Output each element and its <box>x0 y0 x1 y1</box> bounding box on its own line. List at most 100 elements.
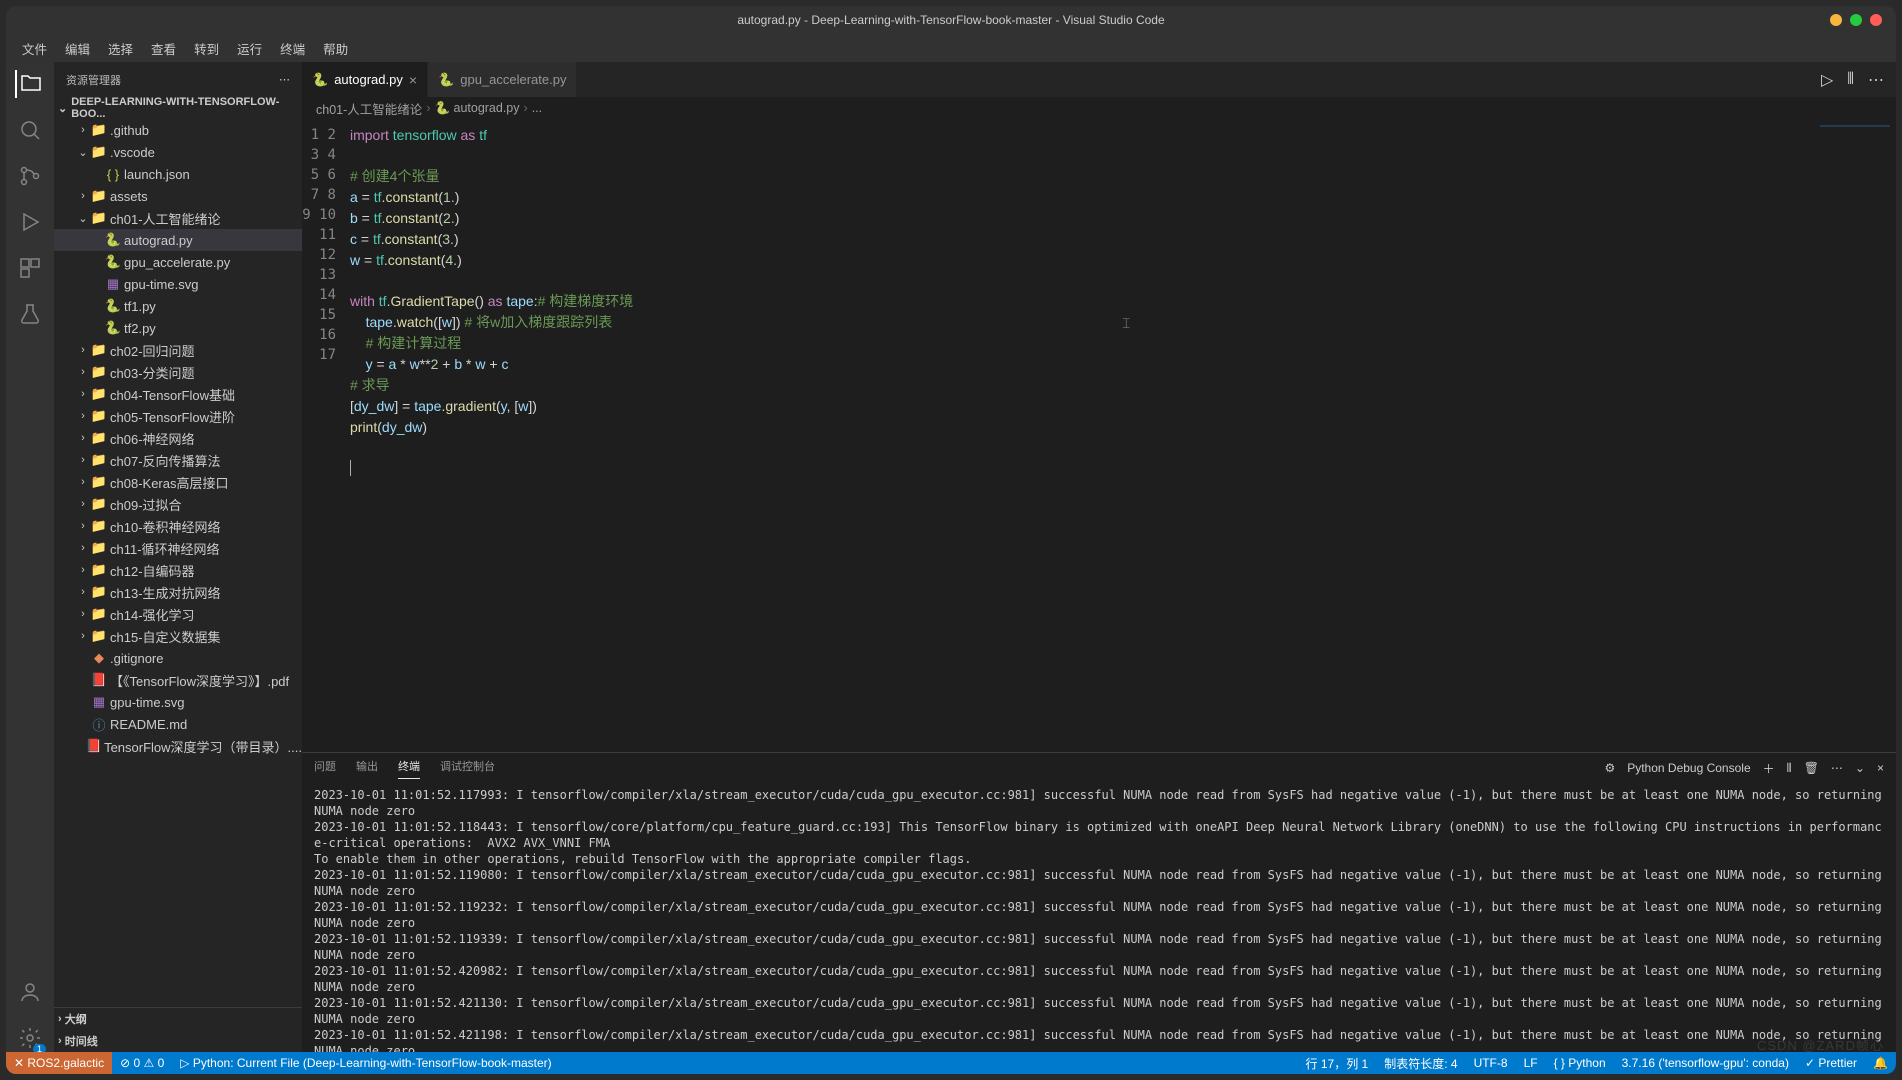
tree-item-gpu-time.svg[interactable]: ▦gpu-time.svg <box>54 691 302 713</box>
menu-查看[interactable]: 查看 <box>143 39 184 58</box>
explorer-icon[interactable] <box>15 70 43 98</box>
folder-icon: 📁 <box>90 518 108 534</box>
tree-label: autograd.py <box>124 233 193 248</box>
breadcrumb-item[interactable]: ... <box>532 101 542 115</box>
terminal-more-icon[interactable]: ⋯ <box>1831 761 1843 775</box>
menu-选择[interactable]: 选择 <box>100 39 141 58</box>
status-debug[interactable]: ▷ Python: Current File (Deep-Learning-wi… <box>172 1052 559 1074</box>
tab-gpu_accelerate.py[interactable]: 🐍gpu_accelerate.py <box>428 62 577 97</box>
tree-item-assets[interactable]: ›📁assets <box>54 185 302 207</box>
status-cursor[interactable]: 行 17，列 1 <box>1298 1052 1377 1074</box>
status-indent[interactable]: 制表符长度: 4 <box>1376 1052 1465 1074</box>
tree-item-ch08-Keras高层接口[interactable]: ›📁ch08-Keras高层接口 <box>54 471 302 493</box>
tree-item-ch13-生成对抗网络[interactable]: ›📁ch13-生成对抗网络 <box>54 581 302 603</box>
run-icon[interactable]: ▷ <box>1821 70 1833 90</box>
editor-body[interactable]: 1 2 3 4 5 6 7 8 9 10 11 12 13 14 15 16 1… <box>302 119 1896 752</box>
close-window-button[interactable] <box>1870 14 1882 26</box>
tree-item-ch07-反向传播算法[interactable]: ›📁ch07-反向传播算法 <box>54 449 302 471</box>
tree-item-.vscode[interactable]: ⌄📁.vscode <box>54 141 302 163</box>
tree-item-ch12-自编码器[interactable]: ›📁ch12-自编码器 <box>54 559 302 581</box>
tree-label: ch07-反向传播算法 <box>110 451 221 470</box>
folder-icon: 📁 <box>90 496 108 512</box>
new-terminal-icon[interactable]: ＋ <box>1763 760 1775 777</box>
minimap[interactable] <box>1806 119 1896 752</box>
run-debug-icon[interactable] <box>16 208 44 236</box>
breadcrumb[interactable]: ch01-人工智能绪论›🐍 autograd.py›... <box>302 97 1896 119</box>
menu-帮助[interactable]: 帮助 <box>315 39 356 58</box>
menu-文件[interactable]: 文件 <box>14 39 55 58</box>
tab-autograd.py[interactable]: 🐍autograd.py× <box>302 62 428 97</box>
maximize-button[interactable] <box>1850 14 1862 26</box>
tree-item-launch.json[interactable]: { }launch.json <box>54 163 302 185</box>
tree-item-gpu_accelerate.py[interactable]: 🐍gpu_accelerate.py <box>54 251 302 273</box>
close-tab-icon[interactable]: × <box>409 72 417 88</box>
panel-tab-问题[interactable]: 问题 <box>314 758 336 778</box>
tree-item-README.md[interactable]: ⓘREADME.md <box>54 713 302 735</box>
tree-item-ch11-循环神经网络[interactable]: ›📁ch11-循环神经网络 <box>54 537 302 559</box>
menu-转到[interactable]: 转到 <box>186 39 227 58</box>
tree-item-ch01-人工智能绪论[interactable]: ⌄📁ch01-人工智能绪论 <box>54 207 302 229</box>
project-root[interactable]: ⌄DEEP-LEARNING-WITH-TENSORFLOW-BOO... <box>54 97 302 119</box>
tree-item-ch09-过拟合[interactable]: ›📁ch09-过拟合 <box>54 493 302 515</box>
tree-item-tf1.py[interactable]: 🐍tf1.py <box>54 295 302 317</box>
menu-编辑[interactable]: 编辑 <box>57 39 98 58</box>
status-problems[interactable]: ⊘ 0 ⚠ 0 <box>112 1052 172 1074</box>
folder-icon: 📁 <box>90 210 108 226</box>
tree-item-tf2.py[interactable]: 🐍tf2.py <box>54 317 302 339</box>
source-control-icon[interactable] <box>16 162 44 190</box>
tree-item-ch02-回归问题[interactable]: ›📁ch02-回归问题 <box>54 339 302 361</box>
tree-item-autograd.py[interactable]: 🐍autograd.py <box>54 229 302 251</box>
tree-item-.gitignore[interactable]: ◆.gitignore <box>54 647 302 669</box>
close-panel-icon[interactable]: × <box>1877 761 1884 775</box>
status-interpreter[interactable]: 3.7.16 ('tensorflow-gpu': conda) <box>1614 1052 1797 1074</box>
menu-bar: 文件编辑选择查看转到运行终端帮助 <box>6 34 1896 62</box>
split-icon[interactable]: ⫴ <box>1847 71 1854 89</box>
kill-terminal-icon[interactable]: 🗑 <box>1804 761 1819 775</box>
search-icon[interactable] <box>16 116 44 144</box>
terminal-output[interactable]: 2023-10-01 11:01:52.117993: I tensorflow… <box>302 783 1896 1052</box>
terminal-settings-icon[interactable]: ⚙ <box>1604 761 1615 775</box>
breadcrumb-item[interactable]: 🐍 autograd.py <box>434 101 519 116</box>
tree-item-.github[interactable]: ›📁.github <box>54 119 302 141</box>
status-encoding[interactable]: UTF-8 <box>1466 1052 1516 1074</box>
tree-label: .gitignore <box>110 651 163 666</box>
extensions-icon[interactable] <box>16 254 44 282</box>
panel-tab-终端[interactable]: 终端 <box>398 758 420 779</box>
tree-item-gpu-time.svg[interactable]: ▦gpu-time.svg <box>54 273 302 295</box>
tree-item-ch05-TensorFlow进阶[interactable]: ›📁ch05-TensorFlow进阶 <box>54 405 302 427</box>
tree-item-ch14-强化学习[interactable]: ›📁ch14-强化学习 <box>54 603 302 625</box>
terminal-profile[interactable]: Python Debug Console <box>1627 761 1750 775</box>
breadcrumb-item[interactable]: ch01-人工智能绪论 <box>316 99 422 118</box>
tree-item-ch03-分类问题[interactable]: ›📁ch03-分类问题 <box>54 361 302 383</box>
testing-icon[interactable] <box>16 300 44 328</box>
account-icon[interactable] <box>16 978 44 1006</box>
menu-运行[interactable]: 运行 <box>229 39 270 58</box>
tree-item-ch06-神经网络[interactable]: ›📁ch06-神经网络 <box>54 427 302 449</box>
status-notifications[interactable]: 🔔 <box>1865 1052 1896 1074</box>
status-language[interactable]: { } Python <box>1546 1052 1614 1074</box>
tree-item-ch04-TensorFlow基础[interactable]: ›📁ch04-TensorFlow基础 <box>54 383 302 405</box>
tree-item-TensorFlow深度学习（带目录）....[interactable]: 📕TensorFlow深度学习（带目录）.... <box>54 735 302 757</box>
panel-tab-调试控制台[interactable]: 调试控制台 <box>440 758 495 778</box>
menu-终端[interactable]: 终端 <box>272 39 313 58</box>
folder-icon: 📁 <box>90 474 108 490</box>
sidebar-more-icon[interactable]: ⋯ <box>279 73 290 86</box>
status-eol[interactable]: LF <box>1516 1052 1546 1074</box>
tree-item-ch15-自定义数据集[interactable]: ›📁ch15-自定义数据集 <box>54 625 302 647</box>
settings-icon[interactable]: 1 <box>16 1024 44 1052</box>
tree-label: ch06-神经网络 <box>110 429 195 448</box>
minimize-button[interactable] <box>1830 14 1842 26</box>
more-icon[interactable]: ⋯ <box>1868 70 1884 90</box>
panel-tab-输出[interactable]: 输出 <box>356 758 378 778</box>
tree-item-ch10-卷积神经网络[interactable]: ›📁ch10-卷积神经网络 <box>54 515 302 537</box>
status-prettier[interactable]: ✓ Prettier <box>1797 1052 1865 1074</box>
tree-item-【《TensorFlow深度学习》】.pdf[interactable]: 📕【《TensorFlow深度学习》】.pdf <box>54 669 302 691</box>
split-terminal-icon[interactable]: ⫴ <box>1787 761 1792 776</box>
sidebar-header: 资源管理器 ⋯ <box>54 62 302 97</box>
tree-label: ch09-过拟合 <box>110 495 182 514</box>
terminal-dropdown-icon[interactable]: ⌄ <box>1855 761 1865 775</box>
outline-section[interactable]: › 大纲 <box>54 1008 302 1030</box>
status-remote[interactable]: ✕ ROS2.galactic <box>6 1052 112 1074</box>
code-content[interactable]: ⌶import tensorflow as tf # 创建4个张量 a = tf… <box>350 119 1806 752</box>
timeline-section[interactable]: › 时间线 <box>54 1030 302 1052</box>
